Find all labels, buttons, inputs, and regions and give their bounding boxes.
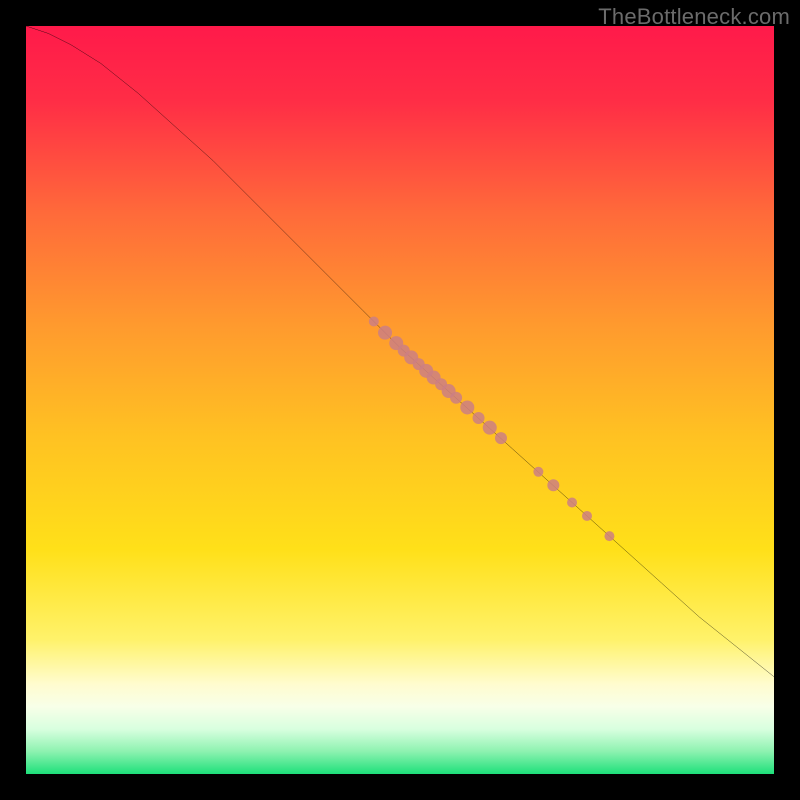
watermark-label: TheBottleneck.com: [598, 4, 790, 30]
data-point: [604, 531, 614, 541]
data-point: [567, 497, 577, 507]
data-point: [533, 467, 543, 477]
data-point: [473, 412, 485, 424]
data-point: [450, 392, 462, 404]
data-point: [460, 400, 474, 414]
data-point: [378, 326, 392, 340]
chart-frame: TheBottleneck.com: [0, 0, 800, 800]
plot-area: [26, 26, 774, 774]
curve-layer: [26, 26, 774, 774]
data-point: [547, 479, 559, 491]
data-point: [495, 432, 507, 444]
data-point: [582, 511, 592, 521]
data-point: [483, 421, 497, 435]
data-point: [369, 316, 379, 326]
